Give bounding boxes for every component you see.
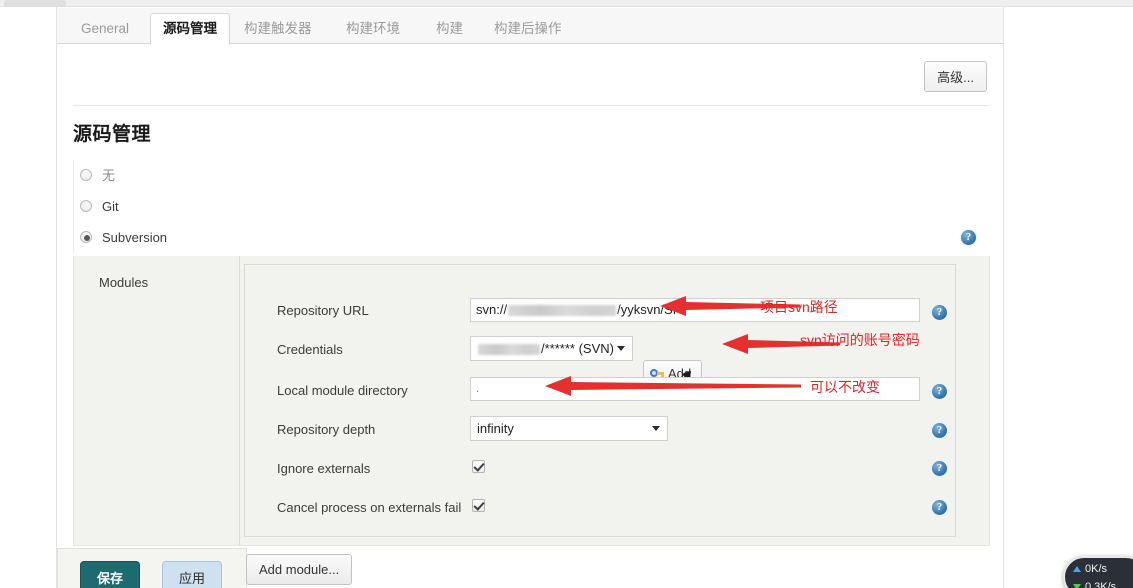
modules-label: Modules (99, 275, 149, 290)
browser-tab[interactable] (4, 0, 66, 7)
annotation-text-credentials: svn访问的账号密码 (800, 332, 920, 348)
scm-radio-group: 无 Git Subversion ? (73, 160, 990, 253)
repository-depth-value: infinity (477, 421, 514, 436)
header-divider (73, 105, 990, 106)
scm-option-git-label: Git (102, 199, 119, 214)
modules-divider (239, 256, 240, 546)
page-right-border (1003, 7, 1004, 588)
subversion-settings-panel: Modules Repository URL svn:///yyksvn/SF … (73, 256, 990, 546)
scm-option-git[interactable]: Git (73, 191, 990, 222)
chevron-down-icon-credentials (617, 346, 625, 351)
scm-option-none-label: 无 (102, 168, 116, 183)
app-root: General 源码管理 构建触发器 构建环境 构建 构建后操作 高级... 源… (0, 0, 1133, 588)
tab-build[interactable]: 构建 (424, 14, 475, 44)
ignore-externals-checkbox[interactable] (472, 460, 485, 473)
repository-depth-label: Repository depth (277, 422, 376, 437)
tab-source-code-management[interactable]: 源码管理 (150, 13, 230, 45)
network-download-value: 0.3K/s (1085, 581, 1117, 588)
form-footer-bar: 保存 应用 (57, 548, 247, 588)
help-icon-subversion[interactable]: ? (961, 230, 976, 245)
config-tab-bar: General 源码管理 构建触发器 构建环境 构建 构建后操作 (57, 8, 1003, 45)
help-icon-cancel-process[interactable]: ? (932, 500, 947, 515)
network-upload-row: 0K/s (1073, 560, 1107, 578)
browser-tab-strip (0, 0, 1133, 7)
field-row-repository-url: Repository URL svn:///yyksvn/SF ? (245, 293, 957, 332)
save-button[interactable]: 保存 (80, 561, 141, 588)
annotation-arrow-3 (545, 375, 801, 397)
network-speed-widget[interactable]: 0K/s 0.3K/s (1063, 556, 1133, 588)
field-row-repository-depth: Repository depth infinity ? (245, 412, 957, 451)
repository-url-mask (508, 305, 617, 317)
advanced-button[interactable]: 高级... (924, 61, 987, 92)
module-fields-box: Repository URL svn:///yyksvn/SF ? Creden… (244, 264, 956, 537)
credentials-value: /****** (SVN) (541, 341, 614, 356)
scm-option-none[interactable]: 无 (73, 160, 990, 191)
tab-build-triggers[interactable]: 构建触发器 (232, 14, 324, 44)
credentials-user-mask (478, 344, 540, 356)
annotation-text-local-module-directory: 可以不改变 (810, 379, 880, 395)
credentials-label: Credentials (277, 342, 343, 357)
network-download-row: 0.3K/s (1073, 578, 1116, 588)
network-upload-value: 0K/s (1085, 563, 1108, 575)
tab-general[interactable]: General (69, 14, 141, 44)
page-title: 源码管理 (73, 124, 152, 145)
help-icon-ignore-externals[interactable]: ? (932, 461, 947, 476)
repository-url-label: Repository URL (277, 303, 369, 318)
cancel-process-checkbox[interactable] (472, 499, 485, 512)
chevron-down-icon-repository-depth (652, 426, 660, 431)
advanced-row: 高级... (57, 45, 1003, 105)
download-arrow-icon (1073, 584, 1081, 588)
help-icon-repository-depth[interactable]: ? (932, 423, 947, 438)
radio-icon-git[interactable] (80, 200, 92, 212)
field-row-cancel-process-on-externals-fail: Cancel process on externals fail ? (245, 490, 957, 529)
help-icon-local-module-directory[interactable]: ? (932, 384, 947, 399)
help-icon-repository-url[interactable]: ? (932, 305, 947, 320)
scm-option-subversion-label: Subversion (102, 230, 168, 245)
tab-build-environment[interactable]: 构建环境 (334, 14, 412, 44)
repository-depth-select[interactable]: infinity (470, 416, 668, 441)
tab-post-build-actions[interactable]: 构建后操作 (482, 14, 574, 44)
cancel-process-label: Cancel process on externals fail (277, 500, 462, 515)
radio-icon-subversion[interactable] (80, 231, 92, 243)
add-module-button[interactable]: Add module... (246, 554, 353, 585)
repository-url-prefix: svn:// (476, 302, 508, 317)
ignore-externals-label: Ignore externals (277, 461, 371, 476)
radio-icon-none[interactable] (80, 169, 92, 181)
local-module-directory-label: Local module directory (277, 383, 408, 398)
annotation-text-repository-url: 项目svn路径 (760, 299, 838, 315)
apply-button[interactable]: 应用 (162, 561, 223, 588)
upload-arrow-icon (1073, 566, 1081, 573)
field-row-ignore-externals: Ignore externals ? (245, 451, 957, 490)
credentials-select[interactable]: /****** (SVN) (470, 336, 633, 361)
left-margin (0, 7, 56, 588)
scm-option-subversion[interactable]: Subversion ? (73, 222, 990, 253)
